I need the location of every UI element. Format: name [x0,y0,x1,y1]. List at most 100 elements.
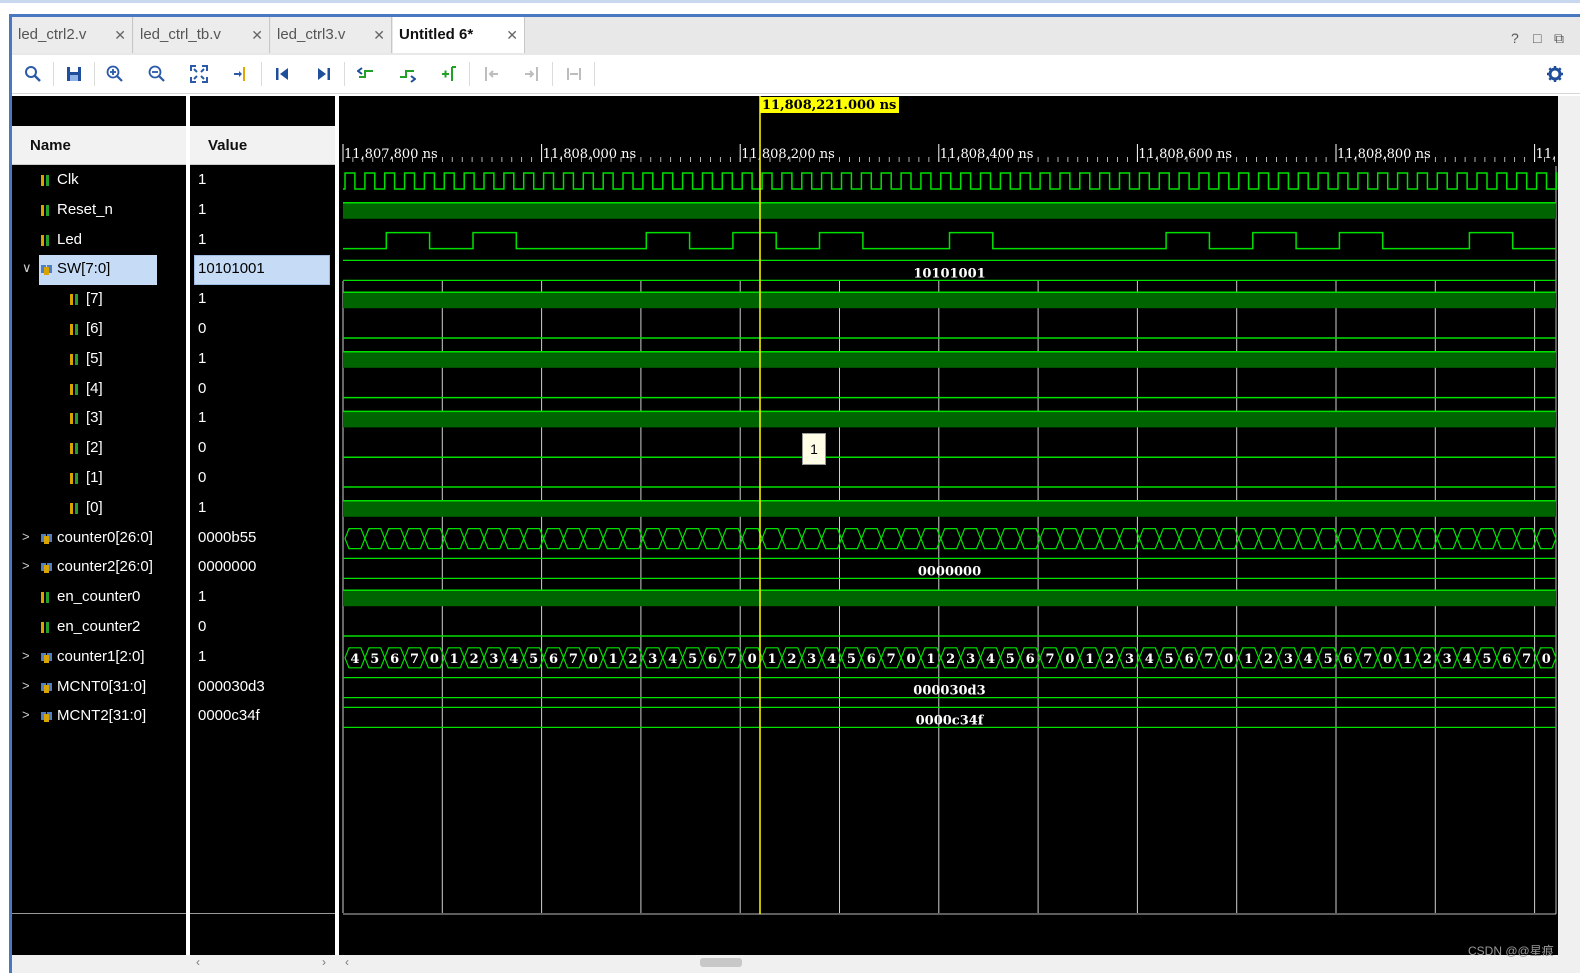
bus-segment-label: 5 [688,652,697,667]
go-to-cursor-icon[interactable] [230,63,252,85]
signal-row[interactable]: [4] [12,375,186,405]
expand-chevron-icon[interactable]: > [22,648,30,663]
signal-row[interactable]: ∨ SW[7:0] [12,255,186,285]
signal-row[interactable]: [2] [12,434,186,464]
vertical-scrollbar[interactable] [1558,96,1580,956]
clk-waveform [343,172,1558,190]
close-icon[interactable]: ✕ [114,27,126,44]
value-column-header[interactable]: Value [190,126,335,165]
previous-transition-icon[interactable] [355,63,377,85]
previous-marker-icon[interactable] [480,63,502,85]
go-to-time-0-icon[interactable] [271,63,293,85]
search-icon[interactable] [22,63,44,85]
signal-row[interactable]: > MCNT0[31:0] [12,673,186,703]
add-marker-icon[interactable] [438,63,460,85]
time-label: 11,808,000 ns [543,147,637,162]
bus-segment [1138,528,1160,550]
close-icon[interactable]: ✕ [251,27,263,44]
value-panel-divider [190,913,335,914]
bus-segment-label: 6 [1343,652,1352,667]
signal-row[interactable]: > counter2[26:0] [12,553,186,583]
signal-row[interactable]: Clk [12,166,186,196]
bus-segment [344,528,366,550]
close-icon[interactable]: ✕ [506,27,518,44]
expand-chevron-icon[interactable]: > [22,529,30,544]
bus-segment-label: 6 [1502,652,1511,667]
bus-segment-label: 1 [1403,652,1412,667]
bus-segment-label: 0 [1542,652,1551,667]
next-marker-icon[interactable] [521,63,543,85]
bus-segment-label: 5 [1165,652,1174,667]
signal-name: en_counter0 [57,588,141,606]
bus-segment [662,528,684,550]
zoom-out-icon[interactable] [146,63,168,85]
window-top-border [0,0,1580,3]
next-transition-icon[interactable] [396,63,418,85]
signal-row[interactable]: Reset_n [12,196,186,226]
signal-row[interactable]: en_counter0 [12,583,186,613]
swap-cursors-icon[interactable] [563,63,585,85]
float-icon[interactable]: ⧉ [1554,30,1564,47]
scroll-left-arrow-icon[interactable]: ‹ [196,955,200,969]
signal-name: Clk [57,171,79,188]
bus-segment [840,528,863,550]
toolbar-separator [344,62,345,86]
toolbar-separator [552,62,553,86]
zoom-fit-icon[interactable] [188,63,210,85]
scroll-left-arrow-icon[interactable]: ‹ [345,955,349,969]
tab-untitled-6[interactable]: Untitled 6* ✕ [393,17,525,53]
bus-segment-label: 0 [1224,652,1233,667]
signal-row[interactable]: [1] [12,464,186,494]
bus-segment [1317,528,1339,550]
signal-row[interactable]: [0] [12,494,186,524]
restore-icon[interactable]: □ [1533,30,1541,46]
scroll-thumb[interactable] [700,958,742,967]
expand-chevron-icon[interactable]: > [22,707,30,722]
toolbar-separator [94,62,95,86]
waveform-canvas[interactable]: 11,807,800 ns 11,808,000 ns 11,808,200 ns 1… [339,96,1558,955]
name-column-header[interactable]: Name [12,126,186,165]
bus-signal-icon [41,263,52,276]
bus-segment-label: 7 [1363,652,1372,667]
zoom-in-icon[interactable] [104,63,126,85]
tab-led-ctrl3[interactable]: led_ctrl3.v ✕ [271,17,392,53]
signal-row[interactable]: [7] [12,285,186,315]
settings-gear-icon[interactable] [1544,63,1566,85]
bus-segment-label: 4 [350,652,359,667]
expand-chevron-icon[interactable]: > [22,558,30,573]
collapse-chevron-icon[interactable]: ∨ [22,260,32,276]
bit-signal-icon [70,323,81,336]
bus-segment-label: 2 [1105,652,1114,667]
signal-row[interactable]: Led [12,226,186,256]
horizontal-scrollbar[interactable]: ‹ › ‹ [12,955,1580,973]
signal-name: [4] [86,379,103,397]
expand-chevron-icon[interactable]: > [22,678,30,693]
signal-value: 0000c34f [198,707,260,725]
signal-row[interactable]: [5] [12,345,186,375]
signal-row[interactable]: [3] [12,404,186,434]
signal-row[interactable]: [6] [12,315,186,345]
bus-segment-label: 5 [1006,652,1015,667]
bus-segment [542,528,565,550]
bus-segment [503,528,525,550]
high-level-fill [343,500,1556,517]
help-icon[interactable]: ? [1511,30,1519,46]
signal-row[interactable]: > counter1[2:0] [12,643,186,673]
tab-led-ctrl2[interactable]: led_ctrl2.v ✕ [12,17,133,53]
signal-row[interactable]: > counter0[26:0] [12,524,186,554]
go-to-last-time-icon[interactable] [313,63,335,85]
signal-row[interactable]: en_counter2 [12,613,186,643]
save-icon[interactable] [63,63,85,85]
waveform-panel[interactable]: 11,807,800 ns 11,808,000 ns 11,808,200 ns 1… [339,96,1558,955]
scroll-right-arrow-icon[interactable]: › [322,955,326,969]
close-icon[interactable]: ✕ [373,27,385,44]
bus-segment-label: 4 [1145,652,1154,667]
bus-segment-label: 2 [1264,652,1273,667]
signal-row[interactable]: > MCNT2[31:0] [12,702,186,732]
bus-segment [900,528,922,550]
bus-segment [1476,528,1498,550]
signal-name: MCNT0[31:0] [57,677,147,695]
bus-segment [423,528,445,550]
tab-led-ctrl-tb[interactable]: led_ctrl_tb.v ✕ [134,17,270,53]
bus-segment-label: 1 [450,652,459,667]
